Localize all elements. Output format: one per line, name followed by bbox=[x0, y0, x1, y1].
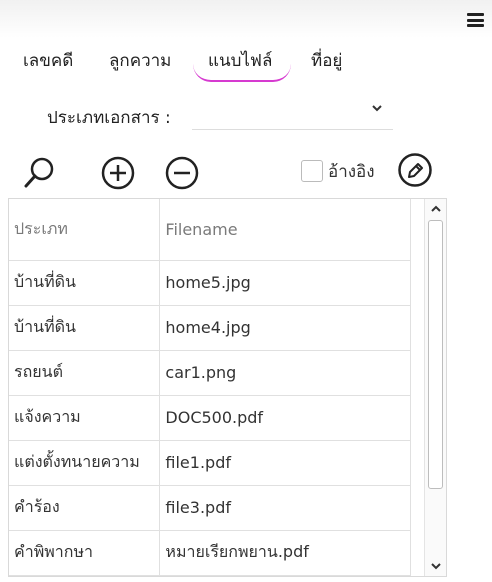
tab-bar: เลขคดี ลูกความ แนบไฟล์ ที่อยู่ bbox=[0, 44, 492, 84]
table-row[interactable]: บ้านที่ดิน home5.jpg bbox=[9, 260, 411, 306]
table-header-row: ประเภท Filename bbox=[9, 199, 411, 261]
cell-filename: file1.pdf bbox=[159, 440, 411, 486]
header-type[interactable]: ประเภท bbox=[9, 199, 161, 261]
top-bar bbox=[0, 0, 492, 38]
cell-filename: home5.jpg bbox=[159, 260, 411, 306]
file-table: ประเภท Filename บ้านที่ดิน home5.jpg บ้า… bbox=[8, 198, 447, 577]
cell-type: คำพิพากษา bbox=[9, 530, 161, 576]
header-filename[interactable]: Filename bbox=[159, 199, 411, 261]
plus-circle-icon[interactable] bbox=[100, 155, 136, 195]
cell-filename: หมายเรียกพยาน.pdf bbox=[159, 530, 411, 576]
tab-address[interactable]: ที่อยู่ bbox=[311, 47, 342, 74]
cell-filename: car1.png bbox=[159, 350, 411, 396]
scroll-up-arrow-icon[interactable] bbox=[425, 199, 446, 219]
cell-type: บ้านที่ดิน bbox=[9, 305, 161, 351]
table-row[interactable]: แจ้งความ DOC500.pdf bbox=[9, 395, 411, 441]
tab-client[interactable]: ลูกความ bbox=[109, 47, 171, 74]
cell-type: แต่งตั้งทนายความ bbox=[9, 440, 161, 486]
cell-type: บ้านที่ดิน bbox=[9, 260, 161, 306]
scroll-down-arrow-icon[interactable] bbox=[425, 556, 446, 576]
cell-filename: home4.jpg bbox=[159, 305, 411, 351]
tab-case-number[interactable]: เลขคดี bbox=[23, 47, 73, 74]
scroll-thumb[interactable] bbox=[428, 220, 443, 489]
doc-type-label: ประเภทเอกสาร : bbox=[47, 108, 171, 128]
table-row[interactable]: คำพิพากษา หมายเรียกพยาน.pdf bbox=[9, 530, 411, 576]
minus-circle-icon[interactable] bbox=[164, 155, 200, 195]
vertical-scrollbar[interactable] bbox=[424, 199, 446, 576]
search-icon[interactable] bbox=[22, 154, 58, 194]
reference-checkbox[interactable] bbox=[301, 160, 323, 182]
cell-filename: file3.pdf bbox=[159, 485, 411, 531]
cell-filename: DOC500.pdf bbox=[159, 395, 411, 441]
active-tab-underline bbox=[193, 64, 291, 82]
cell-type: รถยนต์ bbox=[9, 350, 161, 396]
reference-label: อ้างอิง bbox=[328, 162, 375, 182]
edit-icon[interactable] bbox=[397, 152, 433, 192]
doc-type-select[interactable] bbox=[192, 98, 393, 130]
table-row[interactable]: แต่งตั้งทนายความ file1.pdf bbox=[9, 440, 411, 486]
cell-type: แจ้งความ bbox=[9, 395, 161, 441]
cell-type: คำร้อง bbox=[9, 485, 161, 531]
table-row[interactable]: บ้านที่ดิน home4.jpg bbox=[9, 305, 411, 351]
hamburger-icon[interactable] bbox=[467, 13, 484, 27]
table-row[interactable]: รถยนต์ car1.png bbox=[9, 350, 411, 396]
chevron-down-icon bbox=[371, 102, 383, 118]
table-row[interactable]: คำร้อง file3.pdf bbox=[9, 485, 411, 531]
